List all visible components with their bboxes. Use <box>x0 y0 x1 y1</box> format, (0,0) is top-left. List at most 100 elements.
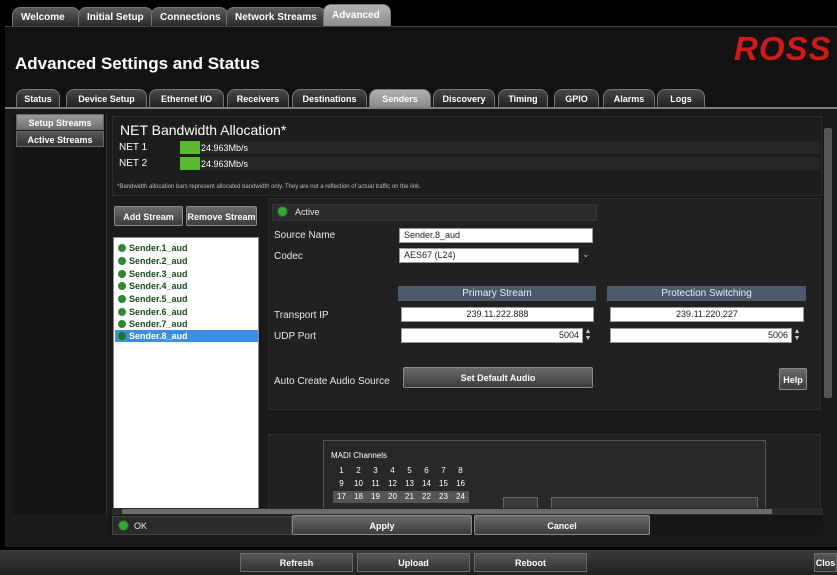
tab-discovery[interactable]: Discovery <box>433 89 495 107</box>
madi-channel-cell[interactable]: 5 <box>401 465 418 477</box>
tab-advanced[interactable]: Advanced <box>323 4 391 26</box>
tab-logs[interactable]: Logs <box>657 89 705 107</box>
madi-channel-cell[interactable]: 8 <box>452 465 469 477</box>
list-item[interactable]: Sender.7_aud <box>115 318 258 330</box>
madi-channel-cell[interactable]: 2 <box>350 465 367 477</box>
source-name-field[interactable]: Sender.8_aud <box>399 228 593 243</box>
list-item-label: Sender.3_aud <box>129 269 188 279</box>
cancel-button[interactable]: Cancel <box>474 515 650 535</box>
list-item[interactable]: Sender.3_aud <box>115 268 258 280</box>
upload-button[interactable]: Upload <box>357 553 470 572</box>
madi-channel-cell[interactable]: 23 <box>435 491 452 503</box>
list-item-label: Sender.6_aud <box>129 307 188 317</box>
ok-status-text: OK <box>134 521 148 531</box>
list-item-selected[interactable]: Sender.8_aud <box>115 330 258 342</box>
status-dot-icon <box>118 270 126 278</box>
madi-channel-cell[interactable]: 19 <box>367 491 384 503</box>
list-item[interactable]: Sender.6_aud <box>115 306 258 318</box>
tab-network-streams[interactable]: Network Streams <box>226 7 326 26</box>
net2-label: NET 2 <box>119 158 148 169</box>
madi-channel-cell[interactable]: 1 <box>333 465 350 477</box>
madi-channel-cell[interactable]: 10 <box>350 478 367 490</box>
port-stepper-icon[interactable]: ▲ ▼ <box>793 328 801 343</box>
madi-channel-cell[interactable]: 22 <box>418 491 435 503</box>
madi-channel-cell[interactable]: 12 <box>384 478 401 490</box>
net1-label: NET 1 <box>119 142 148 153</box>
refresh-button[interactable]: Refresh <box>240 553 353 572</box>
transport-ip-label: Transport IP <box>274 310 329 321</box>
primary-port-field[interactable]: 5004 <box>401 328 583 343</box>
status-dot-icon <box>118 257 126 265</box>
tab-receivers[interactable]: Receivers <box>227 89 289 107</box>
madi-channel-cell[interactable]: 6 <box>418 465 435 477</box>
primary-stream-header: Primary Stream <box>398 286 596 301</box>
list-item[interactable]: Sender.4_aud <box>115 280 258 292</box>
list-item[interactable]: Sender.5_aud <box>115 293 258 305</box>
madi-channel-cell[interactable]: 14 <box>418 478 435 490</box>
tab-gpio[interactable]: GPIO <box>554 89 599 107</box>
list-item[interactable]: Sender.1_aud <box>115 242 258 254</box>
vertical-scroll-thumb[interactable] <box>824 128 832 398</box>
madi-channel-cell[interactable]: 18 <box>350 491 367 503</box>
ok-led-icon <box>118 520 129 531</box>
sidebar-item-active-streams[interactable]: Active Streams <box>16 131 104 147</box>
status-dot-icon <box>118 308 126 316</box>
madi-channel-cell[interactable]: 15 <box>435 478 452 490</box>
protection-port-field[interactable]: 5006 <box>610 328 792 343</box>
apply-button[interactable]: Apply <box>292 515 472 535</box>
port-stepper-icon[interactable]: ▲ ▼ <box>584 328 592 343</box>
madi-channel-cell[interactable]: 3 <box>367 465 384 477</box>
net2-bar <box>180 157 200 170</box>
net2-track <box>180 157 820 170</box>
madi-channel-cell[interactable]: 4 <box>384 465 401 477</box>
madi-channel-cell[interactable]: 7 <box>435 465 452 477</box>
list-item[interactable]: Sender.2_aud <box>115 255 258 267</box>
tab-device-setup[interactable]: Device Setup <box>66 89 147 107</box>
net1-bar <box>180 141 200 154</box>
tab-connections[interactable]: Connections <box>151 7 228 26</box>
help-button[interactable]: Help <box>779 368 807 390</box>
udp-port-label: UDP Port <box>274 331 317 342</box>
tab-initial-setup[interactable]: Initial Setup <box>78 7 153 26</box>
list-item-label: Sender.2_aud <box>129 256 188 266</box>
madi-channel-cell[interactable]: 17 <box>333 491 350 503</box>
madi-channel-cell[interactable]: 9 <box>333 478 350 490</box>
reboot-button[interactable]: Reboot <box>474 553 587 572</box>
tab-timing[interactable]: Timing <box>498 89 548 107</box>
tab-status[interactable]: Status <box>16 89 60 107</box>
horizontal-scroll-thumb[interactable] <box>122 509 772 514</box>
add-stream-button[interactable]: Add Stream <box>114 206 183 226</box>
auto-create-label: Auto Create Audio Source <box>274 376 390 387</box>
bandwidth-title: NET Bandwidth Allocation* <box>120 122 287 138</box>
list-item-label: Sender.7_aud <box>129 319 188 329</box>
net2-value: 24.963Mb/s <box>201 159 249 169</box>
sidebar-item-setup-streams[interactable]: Setup Streams <box>16 114 104 130</box>
madi-channel-cell[interactable]: 16 <box>452 478 469 490</box>
madi-channel-cell[interactable]: 13 <box>401 478 418 490</box>
madi-title: MADI Channels <box>331 451 388 460</box>
active-label: Active <box>295 207 320 217</box>
madi-channel-cell[interactable]: 11 <box>367 478 384 490</box>
bandwidth-note: *Bandwidth allocation bars represent all… <box>117 184 421 190</box>
page-title: Advanced Settings and Status <box>15 54 260 73</box>
close-button[interactable]: Clos <box>814 553 837 572</box>
protection-ip-field[interactable]: 239.11.220.227 <box>610 307 804 322</box>
madi-channel-cell[interactable]: 21 <box>401 491 418 503</box>
tab-senders[interactable]: Senders <box>369 89 431 107</box>
active-led-icon <box>277 206 288 217</box>
source-name-label: Source Name <box>274 230 336 241</box>
codec-select[interactable]: AES67 (L24) <box>399 248 579 263</box>
status-dot-icon <box>118 295 126 303</box>
list-item-label: Sender.8_aud <box>129 331 188 341</box>
tab-destinations[interactable]: Destinations <box>292 89 367 107</box>
chevron-down-icon[interactable]: ⌄ <box>582 249 590 260</box>
madi-channel-cell[interactable]: 20 <box>384 491 401 503</box>
set-default-audio-button[interactable]: Set Default Audio <box>403 367 593 388</box>
madi-channel-cell[interactable]: 24 <box>452 491 469 503</box>
primary-ip-field[interactable]: 239.11.222.888 <box>401 307 594 322</box>
tab-ethernet-io[interactable]: Ethernet I/O <box>149 89 224 107</box>
tab-welcome[interactable]: Welcome <box>12 7 80 26</box>
codec-label: Codec <box>274 251 303 262</box>
tab-alarms[interactable]: Alarms <box>603 89 655 107</box>
remove-stream-button[interactable]: Remove Stream <box>186 206 257 226</box>
